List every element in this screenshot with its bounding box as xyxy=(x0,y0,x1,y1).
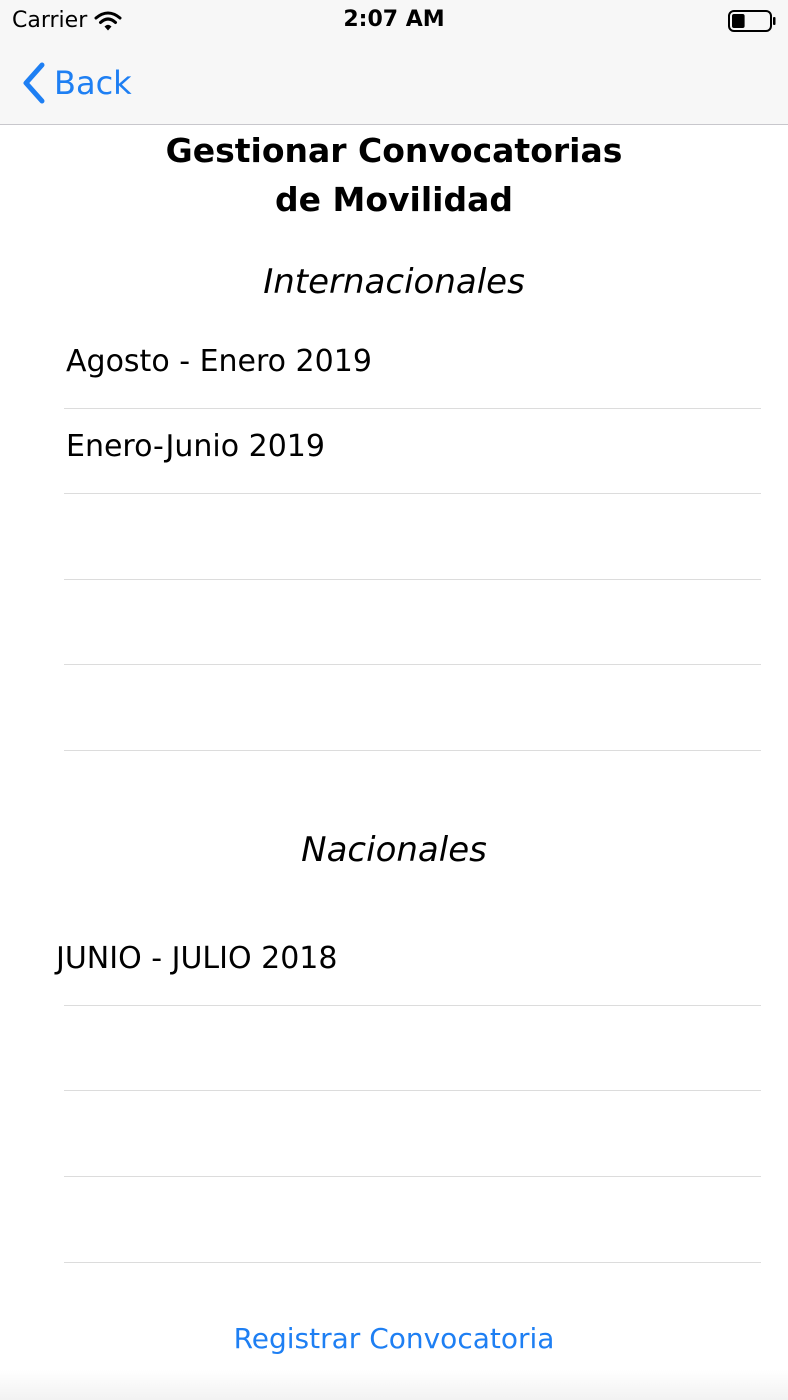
register-convocatoria-label[interactable]: Registrar Convocatoria xyxy=(234,1322,555,1355)
list-item[interactable] xyxy=(64,1178,761,1263)
list-item[interactable] xyxy=(64,1006,761,1091)
page-title: Gestionar Convocatorias de Movilidad xyxy=(0,126,788,224)
list-item-label: Enero-Junio 2019 xyxy=(66,429,325,464)
status-bar: Carrier 2:07 AM xyxy=(0,0,788,44)
list-item-label: Agosto - Enero 2019 xyxy=(66,344,372,379)
list-item[interactable] xyxy=(64,666,761,751)
section-title-nacionales: Nacionales xyxy=(301,830,487,870)
section-title-internacionales: Internacionales xyxy=(263,262,525,302)
battery-icon xyxy=(728,10,776,32)
status-time: 2:07 AM xyxy=(343,7,445,32)
list-item[interactable]: Agosto - Enero 2019 xyxy=(64,324,761,409)
page-title-line-1: Gestionar Convocatorias xyxy=(165,131,623,170)
list-item[interactable]: JUNIO - JULIO 2018 xyxy=(56,921,761,1006)
back-label: Back xyxy=(54,64,132,102)
register-convocatoria-button: Registrar Convocatoria xyxy=(0,1322,788,1355)
list-item[interactable] xyxy=(64,495,761,580)
bottom-fade xyxy=(0,1370,788,1400)
page-title-line-2: de Movilidad xyxy=(275,180,513,219)
list-item[interactable]: Enero-Junio 2019 xyxy=(64,409,761,494)
back-button[interactable]: Back xyxy=(20,58,132,108)
chevron-left-icon xyxy=(23,62,45,104)
list-item-label: JUNIO - JULIO 2018 xyxy=(56,941,338,976)
navigation-bar: Back xyxy=(0,44,788,125)
list-item[interactable] xyxy=(64,1092,761,1177)
list-item[interactable] xyxy=(64,580,761,665)
